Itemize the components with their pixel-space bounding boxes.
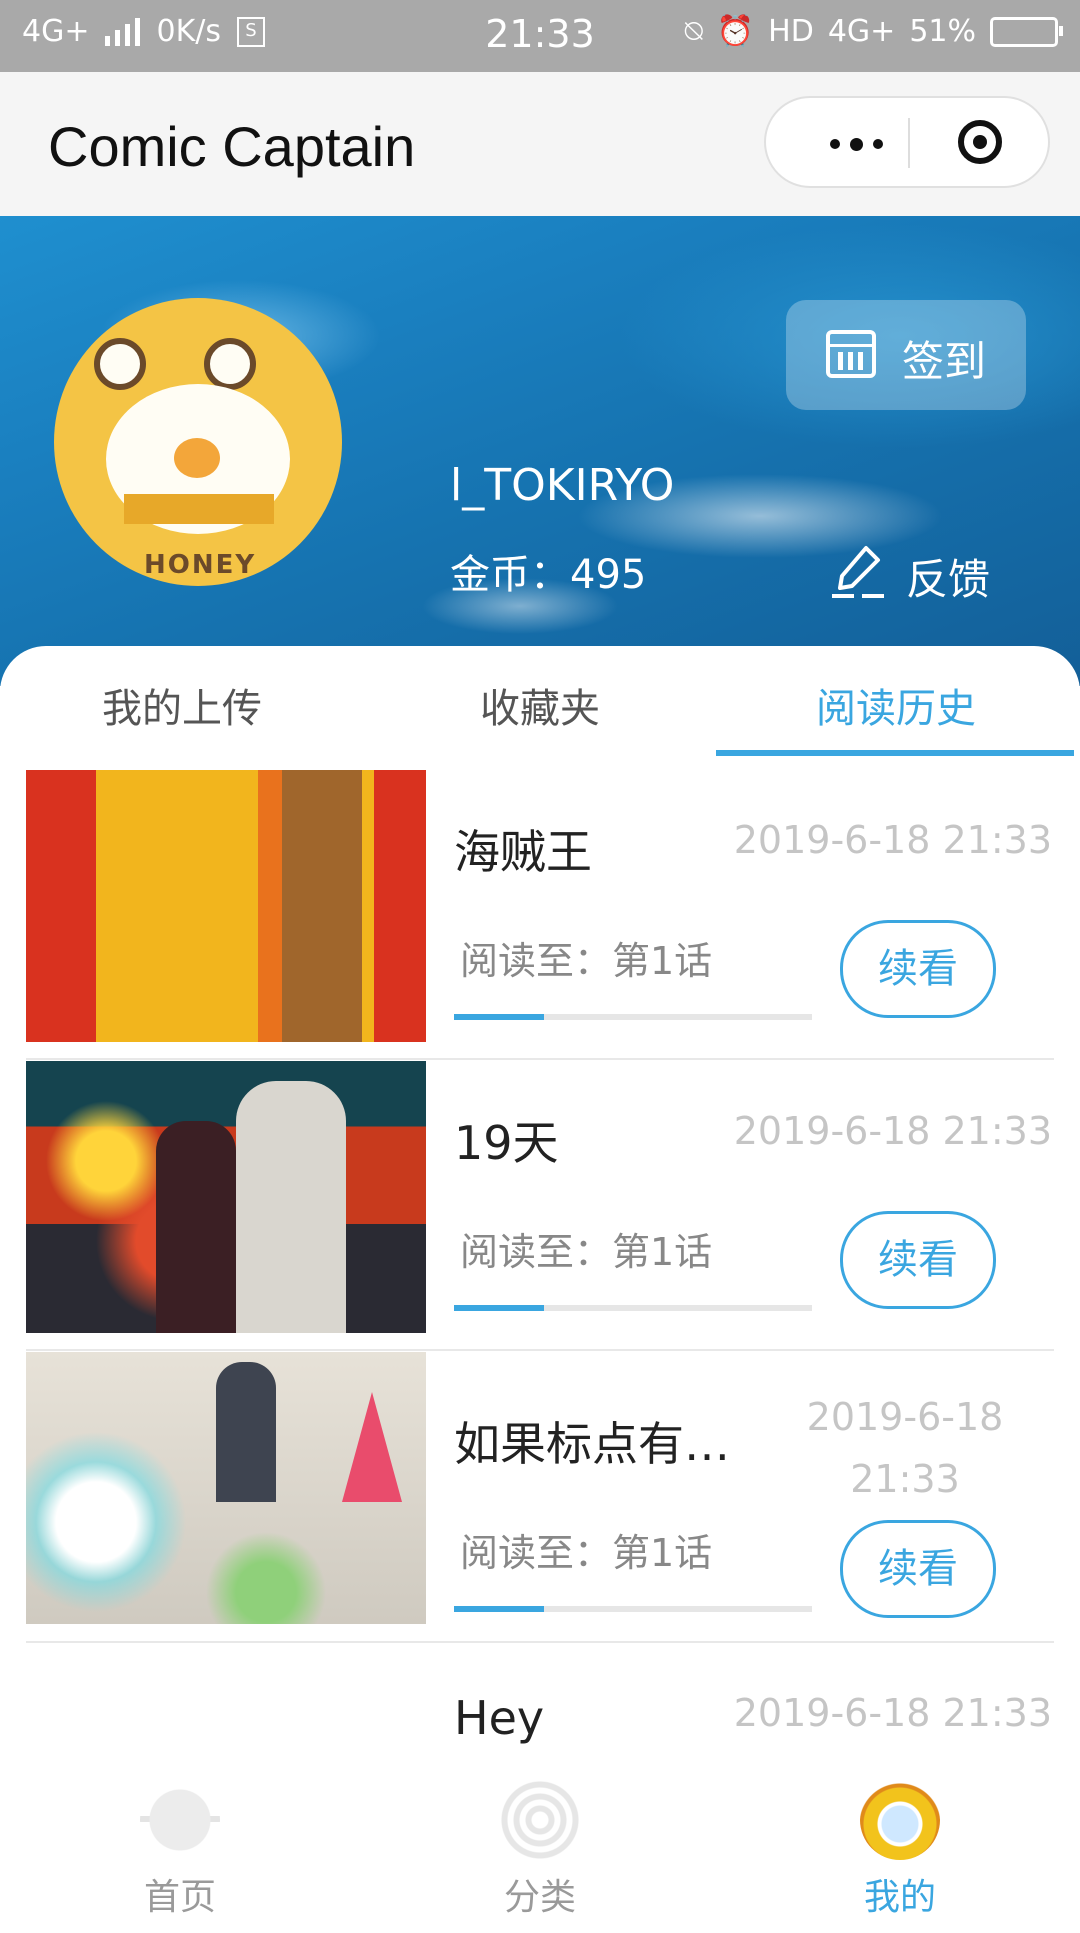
capsule-divider [908,118,910,168]
progress-bar [454,1305,812,1311]
read-time: 2019-6-18 21:33 [733,1691,1052,1735]
tab-favorites[interactable]: 收藏夹 [410,676,670,734]
planet-icon [140,1780,220,1860]
nav-home[interactable]: 首页 [80,1780,280,1920]
read-date: 2019-6-18 [806,1395,1004,1439]
progress-fill [454,1305,544,1311]
astronaut-icon [860,1780,940,1860]
comic-title: 海贼王 [454,825,592,879]
progress-bar [454,1606,812,1612]
cover-title-strip [26,770,96,1042]
mute-icon: ⍉ [684,14,703,49]
read-time: 2019-6-18 21:33 [733,818,1052,862]
comic-cover[interactable] [26,1061,426,1333]
status-right: ⍉ ⏰ HD 4G+ 51% [684,14,1063,49]
nav-category-label: 分类 [503,1877,576,1918]
comic-cover[interactable] [26,1352,426,1624]
cover-side-strip [374,770,426,1042]
hd-label: HD [768,14,814,49]
tab-reading-history[interactable]: 阅读历史 [766,676,1026,734]
cover-figure [236,1081,346,1333]
mini-program-capsule [764,96,1050,188]
comic-title: 19天 [454,1116,559,1170]
comic-cover[interactable] [26,770,426,1042]
cover-figure [216,1362,276,1502]
title-bar: Comic Captain [0,72,1080,216]
avatar[interactable]: HONEY [54,298,342,586]
comic-title: Hey [454,1691,545,1745]
avatar-eye-right [204,338,256,390]
alarm-icon: ⏰ [716,14,755,49]
avatar-band [124,494,274,524]
history-item[interactable]: 如果标点有… 2019-6-18 21:33 阅读至：第1话 续看 [0,1352,1080,1643]
tab-my-uploads[interactable]: 我的上传 [52,676,312,734]
coin-balance: 金币：495 [450,552,647,598]
progress-bar [454,1014,812,1020]
close-target-icon[interactable] [958,120,1002,164]
read-progress-label: 阅读至：第1话 [460,1230,713,1274]
feedback-label: 反馈 [906,555,991,604]
nav-mine-label: 我的 [863,1877,936,1918]
feedback-button[interactable]: 反馈 [820,538,1020,608]
history-item[interactable]: 19天 2019-6-18 21:33 阅读至：第1话 续看 [0,1061,1080,1351]
cover-flag [342,1392,402,1502]
avatar-text: HONEY [144,550,257,580]
profile-header: HONEY l_TOKIRYO 金币：495 签到 反馈 [0,216,1080,686]
read-progress-label: 阅读至：第1话 [460,939,713,983]
network-type-2: 4G+ [827,14,896,49]
status-bar: 4G+ 0K/s S 21:33 ⍉ ⏰ HD 4G+ 51% [0,0,1080,72]
cover-figure [156,1121,236,1333]
divider [26,1349,1054,1351]
battery-icon [990,16,1063,47]
username: l_TOKIRYO [450,460,675,511]
comic-title: 如果标点有… [454,1417,730,1471]
avatar-beak [174,438,220,478]
calendar-icon [826,330,876,378]
battery-percent: 51% [909,14,976,49]
nav-mine[interactable]: 我的 [800,1780,1000,1920]
nav-category[interactable]: 分类 [440,1780,640,1920]
continue-button[interactable]: 续看 [840,1211,996,1309]
progress-fill [454,1606,544,1612]
nav-home-label: 首页 [143,1877,216,1918]
read-time: 2019-6-18 21:33 [790,1386,1020,1510]
read-clock: 21:33 [850,1457,960,1501]
signin-label: 签到 [902,337,987,386]
signin-button[interactable]: 签到 [786,300,1026,410]
read-time: 2019-6-18 21:33 [733,1109,1052,1153]
history-item[interactable]: 海贼王 2019-6-18 21:33 阅读至：第1话 续看 [0,770,1080,1060]
continue-button[interactable]: 续看 [840,1520,996,1618]
active-tab-indicator [716,750,1074,756]
bottom-nav: 首页 分类 我的 [0,1760,1080,1920]
galaxy-icon [500,1780,580,1860]
continue-button[interactable]: 续看 [840,920,996,1018]
edit-icon [832,546,884,598]
divider [26,1058,1054,1060]
read-progress-label: 阅读至：第1话 [460,1531,713,1575]
progress-fill [454,1014,544,1020]
more-icon[interactable] [806,124,906,164]
app-title: Comic Captain [48,115,416,178]
profile-tabs: 我的上传 收藏夹 阅读历史 [0,646,1080,760]
avatar-eye-left [94,338,146,390]
